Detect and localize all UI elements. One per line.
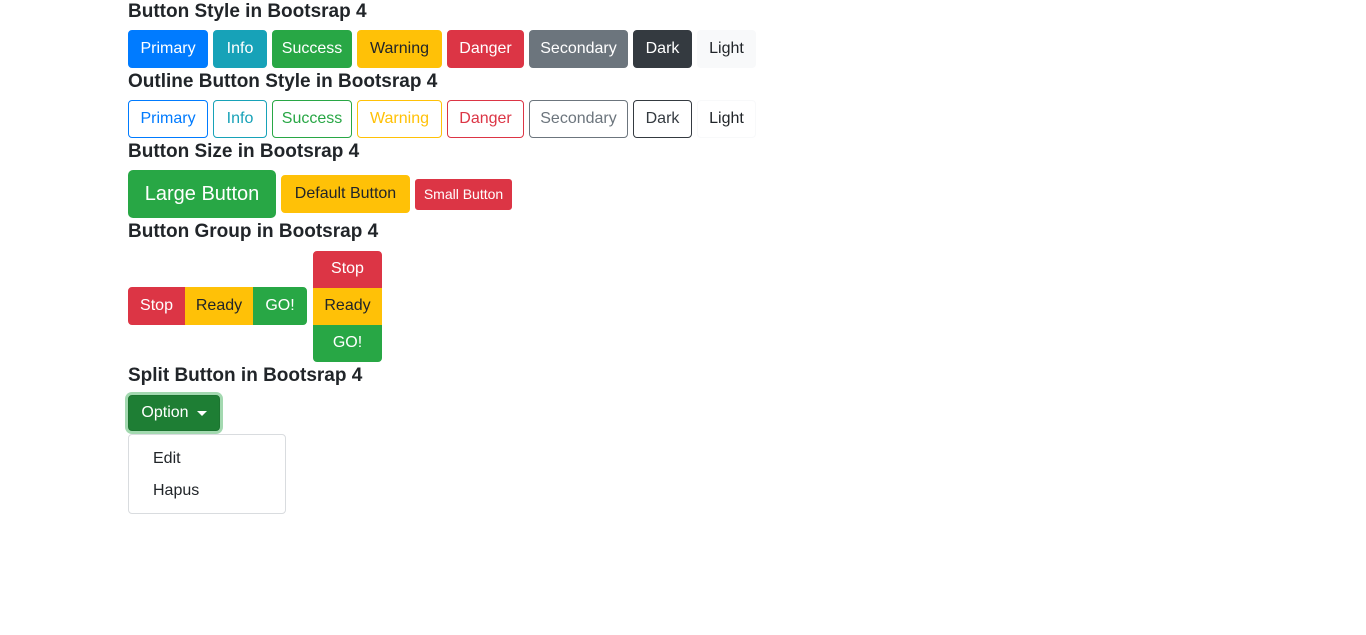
large-button[interactable]: Large Button (128, 170, 276, 218)
warning-button[interactable]: Warning (357, 30, 442, 68)
outline-button-row: Primary Info Success Warning Danger Seco… (128, 100, 761, 138)
split-button-wrapper: Option (128, 395, 225, 431)
outline-light-button[interactable]: Light (697, 100, 756, 138)
button-style-row: Primary Info Success Warning Danger Seco… (128, 30, 761, 68)
group-ready-button[interactable]: Ready (185, 287, 253, 325)
caret-down-icon (196, 410, 207, 416)
outline-primary-button[interactable]: Primary (128, 100, 208, 138)
dark-button[interactable]: Dark (633, 30, 692, 68)
option-dropdown-menu: Edit Hapus (128, 434, 286, 514)
option-dropdown-button[interactable]: Option (128, 395, 220, 431)
section-title-button-style: Button Style in Bootsrap 4 (128, 1, 367, 22)
outline-warning-button[interactable]: Warning (357, 100, 442, 138)
section-button-group: Button Group in Bootsrap 4 (128, 220, 378, 243)
vgroup-ready-button[interactable]: Ready (313, 287, 382, 325)
info-button[interactable]: Info (213, 30, 267, 68)
button-size-row: Large Button Default Button Small Button (128, 170, 517, 218)
group-stop-button[interactable]: Stop (128, 287, 185, 325)
button-group-row: Stop Ready GO! Stop Ready GO! (128, 250, 382, 362)
vgroup-stop-button[interactable]: Stop (313, 250, 382, 288)
section-outline-style: Outline Button Style in Bootsrap 4 (128, 70, 437, 93)
outline-info-button[interactable]: Info (213, 100, 267, 138)
outline-success-button[interactable]: Success (272, 100, 352, 138)
section-button-style: Button Style in Bootsrap 4 (128, 0, 367, 23)
default-button[interactable]: Default Button (281, 175, 410, 213)
outline-danger-button[interactable]: Danger (447, 100, 524, 138)
section-title-button-size: Button Size in Bootsrap 4 (128, 141, 360, 162)
small-button[interactable]: Small Button (415, 178, 512, 210)
section-title-split-button: Split Button in Bootsrap 4 (128, 365, 363, 386)
outline-dark-button[interactable]: Dark (633, 100, 692, 138)
vertical-button-group: Stop Ready GO! (313, 250, 382, 362)
menu-item-hapus[interactable]: Hapus (129, 475, 285, 507)
light-button[interactable]: Light (697, 30, 756, 68)
outline-secondary-button[interactable]: Secondary (529, 100, 628, 138)
vgroup-go-button[interactable]: GO! (313, 324, 382, 362)
secondary-button[interactable]: Secondary (529, 30, 628, 68)
menu-item-edit[interactable]: Edit (129, 443, 285, 475)
success-button[interactable]: Success (272, 30, 352, 68)
section-button-size: Button Size in Bootsrap 4 (128, 140, 359, 163)
section-split-button: Split Button in Bootsrap 4 (128, 364, 362, 387)
danger-button[interactable]: Danger (447, 30, 524, 68)
horizontal-button-group: Stop Ready GO! (128, 287, 307, 325)
option-button-label: Option (141, 404, 189, 421)
section-title-button-group: Button Group in Bootsrap 4 (128, 221, 379, 242)
group-go-button[interactable]: GO! (253, 287, 307, 325)
primary-button[interactable]: Primary (128, 30, 208, 68)
section-title-outline-style: Outline Button Style in Bootsrap 4 (128, 71, 438, 92)
